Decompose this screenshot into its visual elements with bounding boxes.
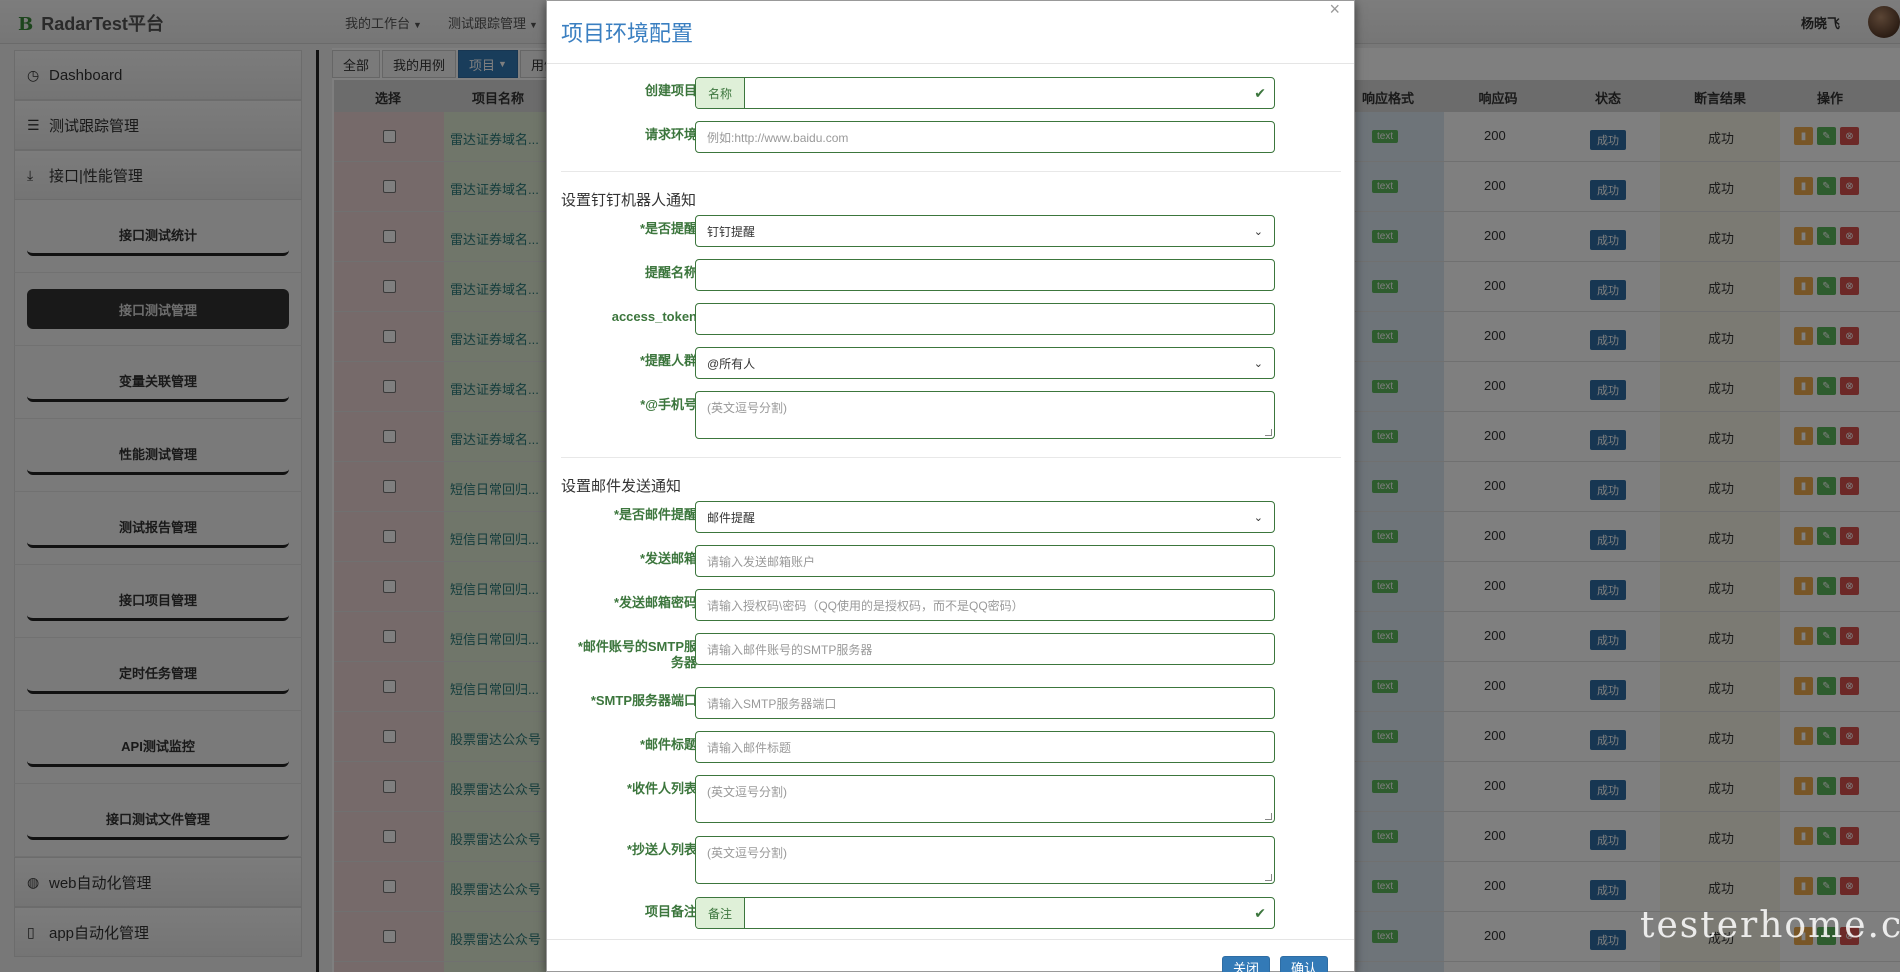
resize-handle-icon[interactable] xyxy=(1265,813,1272,820)
phone-label: *@手机号 xyxy=(640,397,697,412)
remind-select[interactable]: 钉钉提醒 ⌄ xyxy=(695,215,1275,247)
phone-placeholder: (英文逗号分割) xyxy=(707,401,787,415)
remind-select-value: 钉钉提醒 xyxy=(707,224,756,239)
cc-placeholder: (英文逗号分割) xyxy=(707,846,787,860)
remind-name-input[interactable] xyxy=(695,259,1275,291)
check-icon: ✔ xyxy=(1254,904,1266,921)
modal-title: 项目环境配置 xyxy=(561,21,694,46)
remind-group-label: *提醒人群 xyxy=(639,353,697,368)
section-divider xyxy=(561,457,1341,458)
note-addon: 备注 xyxy=(696,898,745,928)
chevron-down-icon: ⌄ xyxy=(1253,511,1263,524)
env-input[interactable]: 例如:http://www.baidu.com xyxy=(695,121,1275,153)
receivers-placeholder: (英文逗号分割) xyxy=(707,785,787,799)
confirm-button[interactable]: 确认 xyxy=(1280,956,1329,972)
section-divider xyxy=(561,171,1341,172)
watermark: testerhome.com xyxy=(1640,905,1900,946)
cc-textarea[interactable]: (英文逗号分割) xyxy=(695,836,1275,884)
mail-remind-label: *是否邮件提醒 xyxy=(613,507,697,522)
sender-input[interactable]: 请输入发送邮箱账户 xyxy=(695,545,1275,577)
create-project-label: 创建项目 xyxy=(644,83,697,98)
mail-remind-select[interactable]: 邮件提醒 ⌄ xyxy=(695,501,1275,533)
remind-label: *是否提醒 xyxy=(639,221,697,236)
mail-subject-label: *邮件标题 xyxy=(639,737,697,752)
sender-pwd-input[interactable]: 请输入授权码\密码（QQ使用的是授权码，而不是QQ密码） xyxy=(695,589,1275,621)
remind-name-label: 提醒名称 xyxy=(644,265,697,280)
sender-label: *发送邮箱 xyxy=(639,551,697,566)
close-button[interactable]: 关闭 xyxy=(1222,956,1271,972)
mail-subject-input[interactable]: 请输入邮件标题 xyxy=(695,731,1275,763)
chevron-down-icon: ⌄ xyxy=(1253,357,1263,370)
env-label: 请求环境 xyxy=(644,127,697,142)
project-env-modal: × 项目环境配置 创建项目 名称 ✔ 请求环境 例如:http://www.ba… xyxy=(546,0,1355,972)
smtp-server-label: *邮件账号的SMTP服务器 xyxy=(577,639,697,670)
receivers-label: *收件人列表 xyxy=(626,781,697,796)
create-project-input-group[interactable]: 名称 ✔ xyxy=(695,77,1275,109)
close-icon[interactable]: × xyxy=(1329,0,1340,20)
smtp-port-input[interactable]: 请输入SMTP服务器端口 xyxy=(695,687,1275,719)
resize-handle-icon[interactable] xyxy=(1265,874,1272,881)
cc-label: *抄送人列表 xyxy=(626,842,697,857)
access-token-input[interactable] xyxy=(695,303,1275,335)
remind-group-select-value: @所有人 xyxy=(707,356,756,371)
chevron-down-icon: ⌄ xyxy=(1253,225,1263,238)
mail-remind-select-value: 邮件提醒 xyxy=(707,510,756,525)
mail-section-title: 设置邮件发送通知 xyxy=(561,478,682,495)
name-addon: 名称 xyxy=(696,78,745,108)
resize-handle-icon[interactable] xyxy=(1265,429,1272,436)
dingtalk-section-title: 设置钉钉机器人通知 xyxy=(561,192,697,209)
modal-header-divider xyxy=(547,63,1354,64)
access-token-label: access_token xyxy=(611,309,697,324)
note-input-group[interactable]: 备注 ✔ xyxy=(695,897,1275,929)
phone-textarea[interactable]: (英文逗号分割) xyxy=(695,391,1275,439)
check-icon: ✔ xyxy=(1254,84,1266,101)
receivers-textarea[interactable]: (英文逗号分割) xyxy=(695,775,1275,823)
sender-pwd-label: *发送邮箱密码 xyxy=(613,595,697,610)
smtp-port-label: *SMTP服务器端口 xyxy=(590,693,697,708)
note-label: 项目备注 xyxy=(644,904,697,919)
modal-footer-divider xyxy=(547,939,1354,940)
remind-group-select[interactable]: @所有人 ⌄ xyxy=(695,347,1275,379)
smtp-server-input[interactable]: 请输入邮件账号的SMTP服务器 xyxy=(695,633,1275,665)
